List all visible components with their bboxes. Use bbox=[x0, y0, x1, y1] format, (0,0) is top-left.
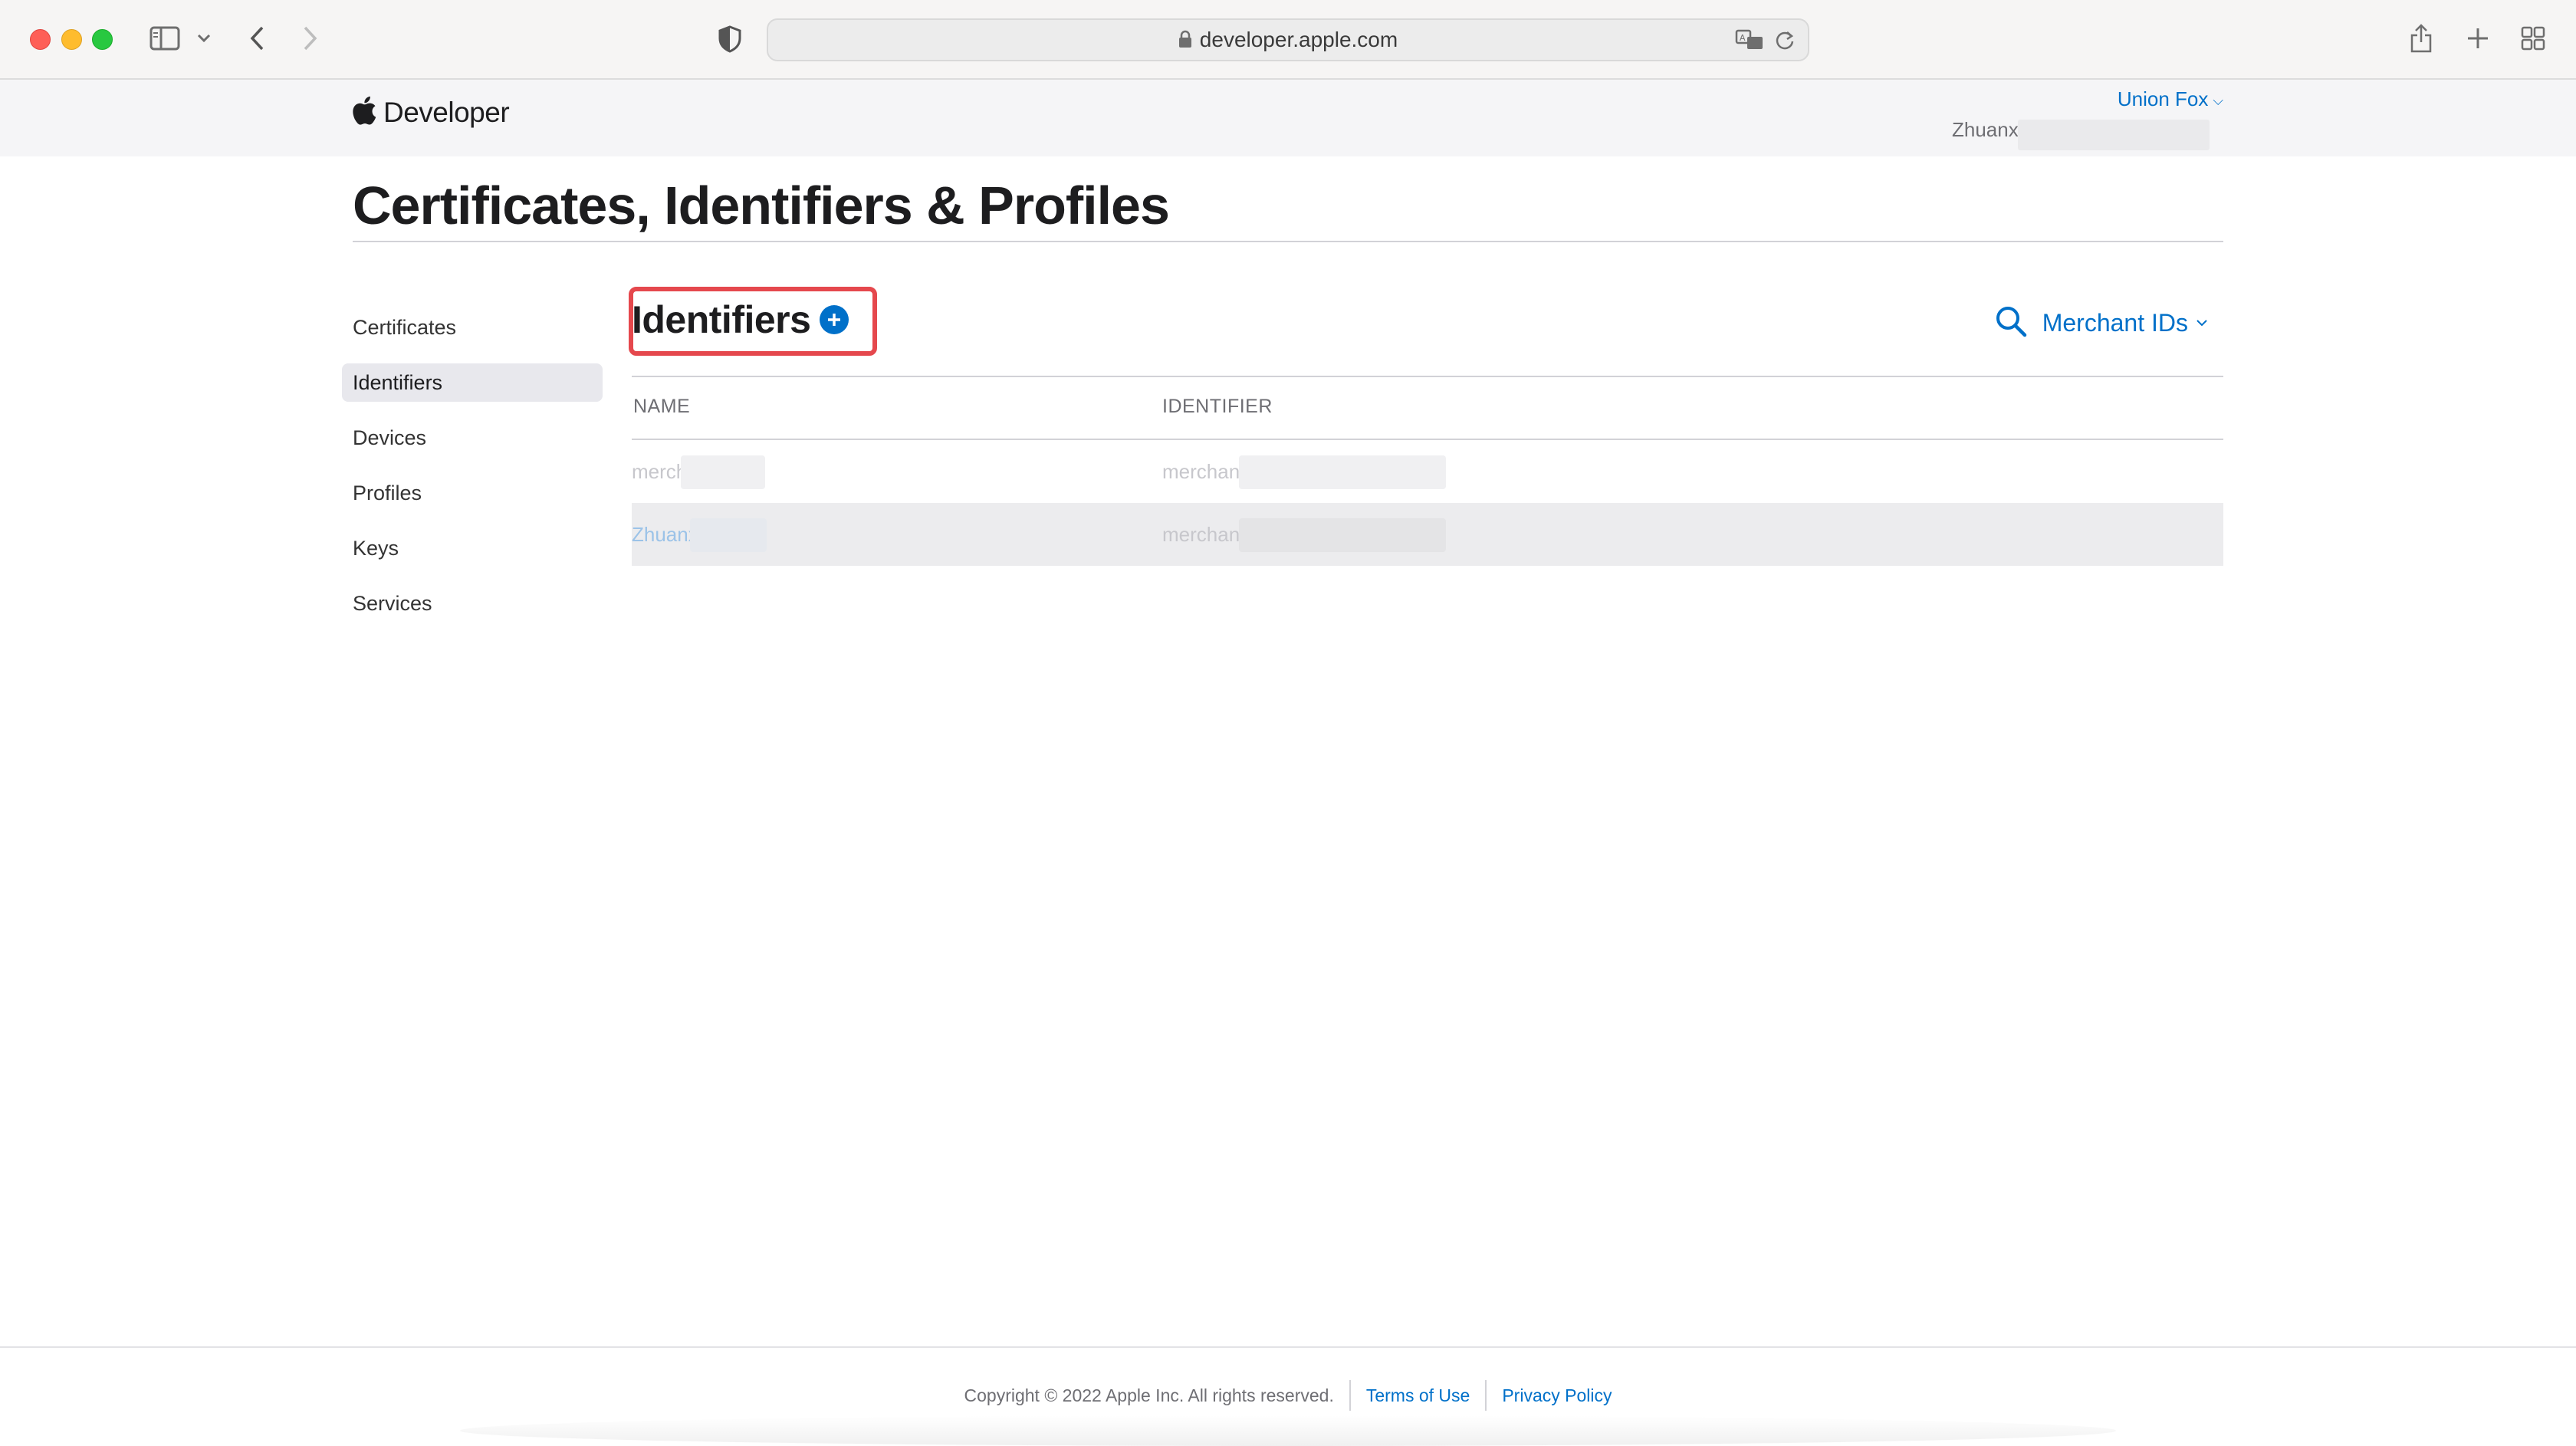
page-title: Certificates, Identifiers & Profiles bbox=[353, 176, 1170, 235]
team-selector[interactable]: Union Fox ⌵ bbox=[2118, 87, 2223, 111]
sidebar-item-certificates[interactable]: Certificates bbox=[342, 308, 603, 347]
privacy-policy-link[interactable]: Privacy Policy bbox=[1502, 1385, 1612, 1406]
chevron-down-icon: ⌵ bbox=[2213, 92, 2223, 108]
sidebar-toggle-icon[interactable] bbox=[149, 25, 181, 52]
divider bbox=[1485, 1380, 1487, 1411]
privacy-shield-icon[interactable] bbox=[716, 23, 744, 55]
minimize-window-button[interactable] bbox=[61, 29, 82, 50]
window-shadow bbox=[460, 1415, 2116, 1446]
redacted-text bbox=[690, 518, 767, 552]
account-name: Zhuanx bbox=[1952, 118, 2019, 141]
sidebar-item-identifiers[interactable]: Identifiers bbox=[342, 363, 603, 402]
sidebar-item-profiles[interactable]: Profiles bbox=[342, 474, 603, 512]
footer: Copyright © 2022 Apple Inc. All rights r… bbox=[0, 1380, 2576, 1411]
row-name: merch bbox=[632, 460, 688, 483]
plus-icon[interactable] bbox=[2464, 25, 2492, 52]
share-icon[interactable] bbox=[2407, 21, 2435, 55]
search-icon[interactable] bbox=[1995, 305, 2027, 341]
row-identifier: merchant bbox=[1162, 523, 1246, 546]
table-row[interactable]: Zhuanx merchant bbox=[632, 503, 2223, 566]
developer-logo[interactable]: Developer bbox=[351, 95, 510, 130]
browser-toolbar: developer.apple.com A bbox=[0, 0, 2576, 80]
divider bbox=[1349, 1380, 1351, 1411]
sidebar-nav: Certificates Identifiers Devices Profile… bbox=[342, 308, 603, 639]
url-text: developer.apple.com bbox=[1199, 28, 1398, 51]
chevron-left-icon[interactable] bbox=[244, 23, 270, 54]
table-row[interactable]: merch merchant bbox=[632, 440, 2223, 503]
filter-label: Merchant IDs bbox=[2042, 309, 2188, 337]
row-name[interactable]: Zhuanx bbox=[632, 503, 698, 566]
redacted-text bbox=[681, 455, 765, 489]
reload-icon[interactable] bbox=[1773, 28, 1797, 52]
column-header-identifier: IDENTIFIER bbox=[1162, 396, 1273, 417]
chevron-down-icon[interactable] bbox=[195, 28, 213, 49]
sidebar-item-services[interactable]: Services bbox=[342, 584, 603, 623]
redacted-account-text bbox=[2018, 120, 2210, 150]
zoom-window-button[interactable] bbox=[92, 29, 113, 50]
chevron-right-icon[interactable] bbox=[297, 23, 324, 54]
sidebar-item-devices[interactable]: Devices bbox=[342, 419, 603, 457]
terms-of-use-link[interactable]: Terms of Use bbox=[1366, 1385, 1470, 1406]
tab-grid-icon[interactable] bbox=[2519, 25, 2547, 52]
translate-icon[interactable]: A bbox=[1734, 28, 1765, 52]
divider bbox=[632, 376, 2223, 377]
brand-name: Developer bbox=[383, 96, 510, 128]
lock-icon bbox=[1178, 21, 1192, 61]
divider bbox=[353, 241, 2223, 242]
divider bbox=[0, 1346, 2576, 1348]
close-window-button[interactable] bbox=[30, 29, 51, 50]
address-bar[interactable]: developer.apple.com A bbox=[767, 18, 1809, 61]
annotation-highlight bbox=[629, 287, 877, 356]
team-name: Union Fox bbox=[2117, 87, 2209, 110]
identifier-type-filter[interactable]: Merchant IDs bbox=[1995, 305, 2208, 341]
redacted-text bbox=[1239, 455, 1446, 489]
chevron-down-icon bbox=[2196, 317, 2208, 330]
sidebar-item-keys[interactable]: Keys bbox=[342, 529, 603, 567]
column-header-name: NAME bbox=[633, 396, 691, 417]
copyright-text: Copyright © 2022 Apple Inc. All rights r… bbox=[964, 1385, 1334, 1405]
svg-text:A: A bbox=[1740, 33, 1746, 43]
redacted-text bbox=[1239, 518, 1446, 552]
developer-header: Developer Union Fox ⌵ Zhuanx bbox=[0, 80, 2576, 156]
row-identifier: merchant bbox=[1162, 460, 1246, 483]
apple-logo-icon bbox=[351, 95, 377, 130]
